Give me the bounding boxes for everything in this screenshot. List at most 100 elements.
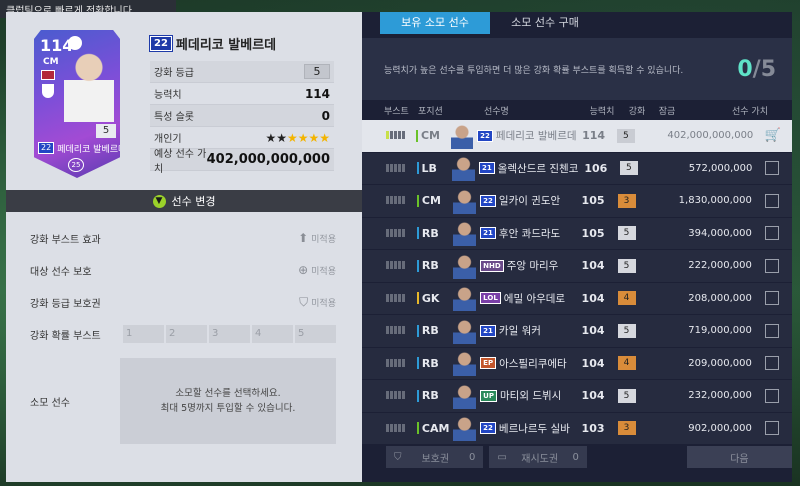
boost-bar: [390, 163, 393, 172]
select-cell: [752, 161, 792, 176]
name-cell: NHD 주앙 마리우: [480, 258, 574, 273]
value-cell: 1,830,000,000: [678, 195, 752, 207]
table-row[interactable]: CAM 22 베르나르두 실바 103 3 902,000,000: [362, 412, 792, 445]
name-cell: 22 베르나르두 실바: [480, 421, 574, 436]
grade-protect-toggle[interactable]: ⛉ 미적용: [299, 295, 336, 310]
chevron-down-icon: ▼: [152, 194, 166, 208]
season-badge: NHD: [480, 259, 504, 272]
table-row[interactable]: GK LOL 에밀 아우데로 104 4 208,000,000: [362, 282, 792, 315]
grade-cell: 5: [612, 388, 641, 403]
select-checkbox[interactable]: [764, 193, 779, 208]
season-badge: 22: [480, 194, 496, 207]
select-checkbox[interactable]: [764, 388, 779, 403]
position-label: GK: [421, 291, 440, 305]
season-badge: 22: [38, 142, 55, 154]
position-label: RB: [421, 356, 439, 370]
select-cell: [752, 421, 792, 436]
select-checkbox[interactable]: [764, 421, 779, 436]
boost-effect-toggle[interactable]: ⬆ 미적용: [298, 231, 336, 245]
grade-box: 5: [617, 226, 636, 241]
protect-ticket-button[interactable]: ⛉ 보호권 0: [386, 446, 484, 468]
boost-bar: [398, 326, 401, 335]
boost-bar: [402, 228, 405, 237]
boost-bars: [386, 228, 405, 237]
tab-bar: 보유 소모 선수 소모 선수 구매: [362, 12, 792, 34]
position-cell: RB: [411, 357, 453, 370]
boost-bar: [402, 131, 405, 140]
table-row[interactable]: RB EP 아스필리쿠에타 104 4 209,000,000: [362, 347, 792, 380]
table-row[interactable]: RB UP 마티외 드뷔시 104 5 232,000,000: [362, 380, 792, 413]
position-marker: [416, 389, 419, 402]
position-marker: [416, 357, 419, 370]
grade-cell: 3: [612, 193, 641, 208]
table-row[interactable]: RB 21 카일 워커 104 5 719,000,000: [362, 315, 792, 348]
name-cell: LOL 에밀 아우데로: [480, 291, 574, 306]
select-checkbox[interactable]: [764, 356, 779, 371]
material-row: 소모 선수 소모할 선수를 선택하세요. 최대 5명까지 투입할 수 있습니다.: [6, 358, 362, 444]
table-header: 부스트 포지션 선수명 능력치 강화 잠금 선수 가치: [362, 100, 792, 120]
name-cell: 22 일카이 귄도안: [480, 193, 574, 208]
info-message: 능력치가 높은 선수를 투입하면 더 많은 강화 확률 부스트를 획득할 수 있…: [384, 65, 684, 76]
select-checkbox[interactable]: [764, 323, 779, 338]
change-player-button[interactable]: ▼ 선수 변경: [6, 190, 362, 212]
position-label: CAM: [421, 421, 450, 435]
prob-boost-label: 강화 확률 부스트: [30, 330, 101, 342]
select-checkbox[interactable]: [764, 258, 779, 273]
boost-bar: [386, 131, 389, 140]
boost-slot: 1: [123, 325, 164, 343]
select-checkbox[interactable]: [764, 226, 779, 241]
position-cell: CAM: [411, 422, 453, 435]
table-row[interactable]: RB NHD 주앙 마리우 104 5 222,000,000: [362, 250, 792, 283]
selected-count: 0/5: [737, 57, 776, 82]
material-panel: 보유 소모 선수 소모 선수 구매 능력치가 높은 선수를 투입하면 더 많은 …: [362, 12, 793, 482]
table-row[interactable]: LB 21 올렉산드르 진첸코 106 5 572,000,000: [362, 152, 792, 185]
player-face-icon: [451, 122, 474, 149]
club-crest-icon: [42, 84, 54, 98]
header-value: 선수 가치: [732, 106, 768, 117]
table-row[interactable]: CM 22 일카이 귄도안 105 3 1,830,000,000: [362, 185, 792, 218]
table-row[interactable]: RB 21 후안 콰드라도 105 5 394,000,000: [362, 217, 792, 250]
position-cell: RB: [411, 389, 453, 402]
boost-bar: [394, 131, 397, 140]
protect-toggle[interactable]: ⊕ 미적용: [298, 263, 336, 277]
upgrade-panel: 114 CM 5 22 페데리코 발베르데 25 22 페데리코 발베르데 강화…: [6, 12, 362, 482]
name-cell: UP 마티외 드뷔시: [480, 388, 574, 403]
stat-label: 강화 등급: [154, 68, 194, 79]
player-name: 아스필리쿠에타: [499, 357, 567, 370]
tab-buy[interactable]: 소모 선수 구매: [490, 12, 600, 34]
select-cell: [752, 193, 792, 208]
tab-owned[interactable]: 보유 소모 선수: [380, 12, 490, 34]
next-button[interactable]: 다음: [686, 446, 793, 468]
select-checkbox[interactable]: [765, 161, 780, 176]
select-cell: [752, 388, 792, 403]
season-badge: LOL: [480, 292, 501, 305]
player-name: 페데리코 발베르데: [495, 130, 577, 143]
boost-bar: [398, 228, 401, 237]
player-name-heading: 22 페데리코 발베르데: [149, 34, 276, 53]
player-face-icon: [453, 382, 477, 409]
grade-cell: 3: [612, 421, 641, 436]
table-row[interactable]: CM 22 페데리코 발베르데 114 5 402,000,000,000 🛒: [362, 120, 792, 153]
boost-bars: [386, 293, 405, 302]
ovr-cell: 104: [581, 259, 605, 273]
grade-cell: 4: [612, 356, 641, 371]
position-label: CM: [421, 194, 441, 208]
select-checkbox[interactable]: [764, 291, 779, 306]
position-cell: GK: [411, 292, 453, 305]
header-position: 포지션: [418, 106, 443, 117]
boost-options: 강화 부스트 효과 ⬆ 미적용 대상 선수 보호 ⊕ 미적용 강화 등급 보호권 ⛉…: [6, 212, 362, 444]
grade-cell: 5: [612, 128, 640, 143]
season-badge: 21: [478, 162, 495, 175]
position-label: CM: [420, 129, 441, 143]
player-list: CM 22 페데리코 발베르데 114 5 402,000,000,000 🛒 LB 21 올렉산…: [362, 120, 792, 445]
cart-check-icon[interactable]: 🛒: [765, 128, 781, 143]
ovr-cell: 114: [582, 129, 606, 143]
season-badge: UP: [480, 389, 497, 402]
player-face-icon: [453, 252, 477, 279]
material-drop-zone[interactable]: 소모할 선수를 선택하세요. 최대 5명까지 투입할 수 있습니다.: [120, 358, 336, 444]
boost-indicator: [362, 324, 411, 337]
retry-ticket-button[interactable]: ▭ 재시도권 0: [489, 446, 587, 468]
boost-indicator: [362, 259, 411, 272]
position-marker: [416, 324, 419, 337]
player-card[interactable]: 114 CM 5 22 페데리코 발베르데 25: [34, 30, 120, 178]
